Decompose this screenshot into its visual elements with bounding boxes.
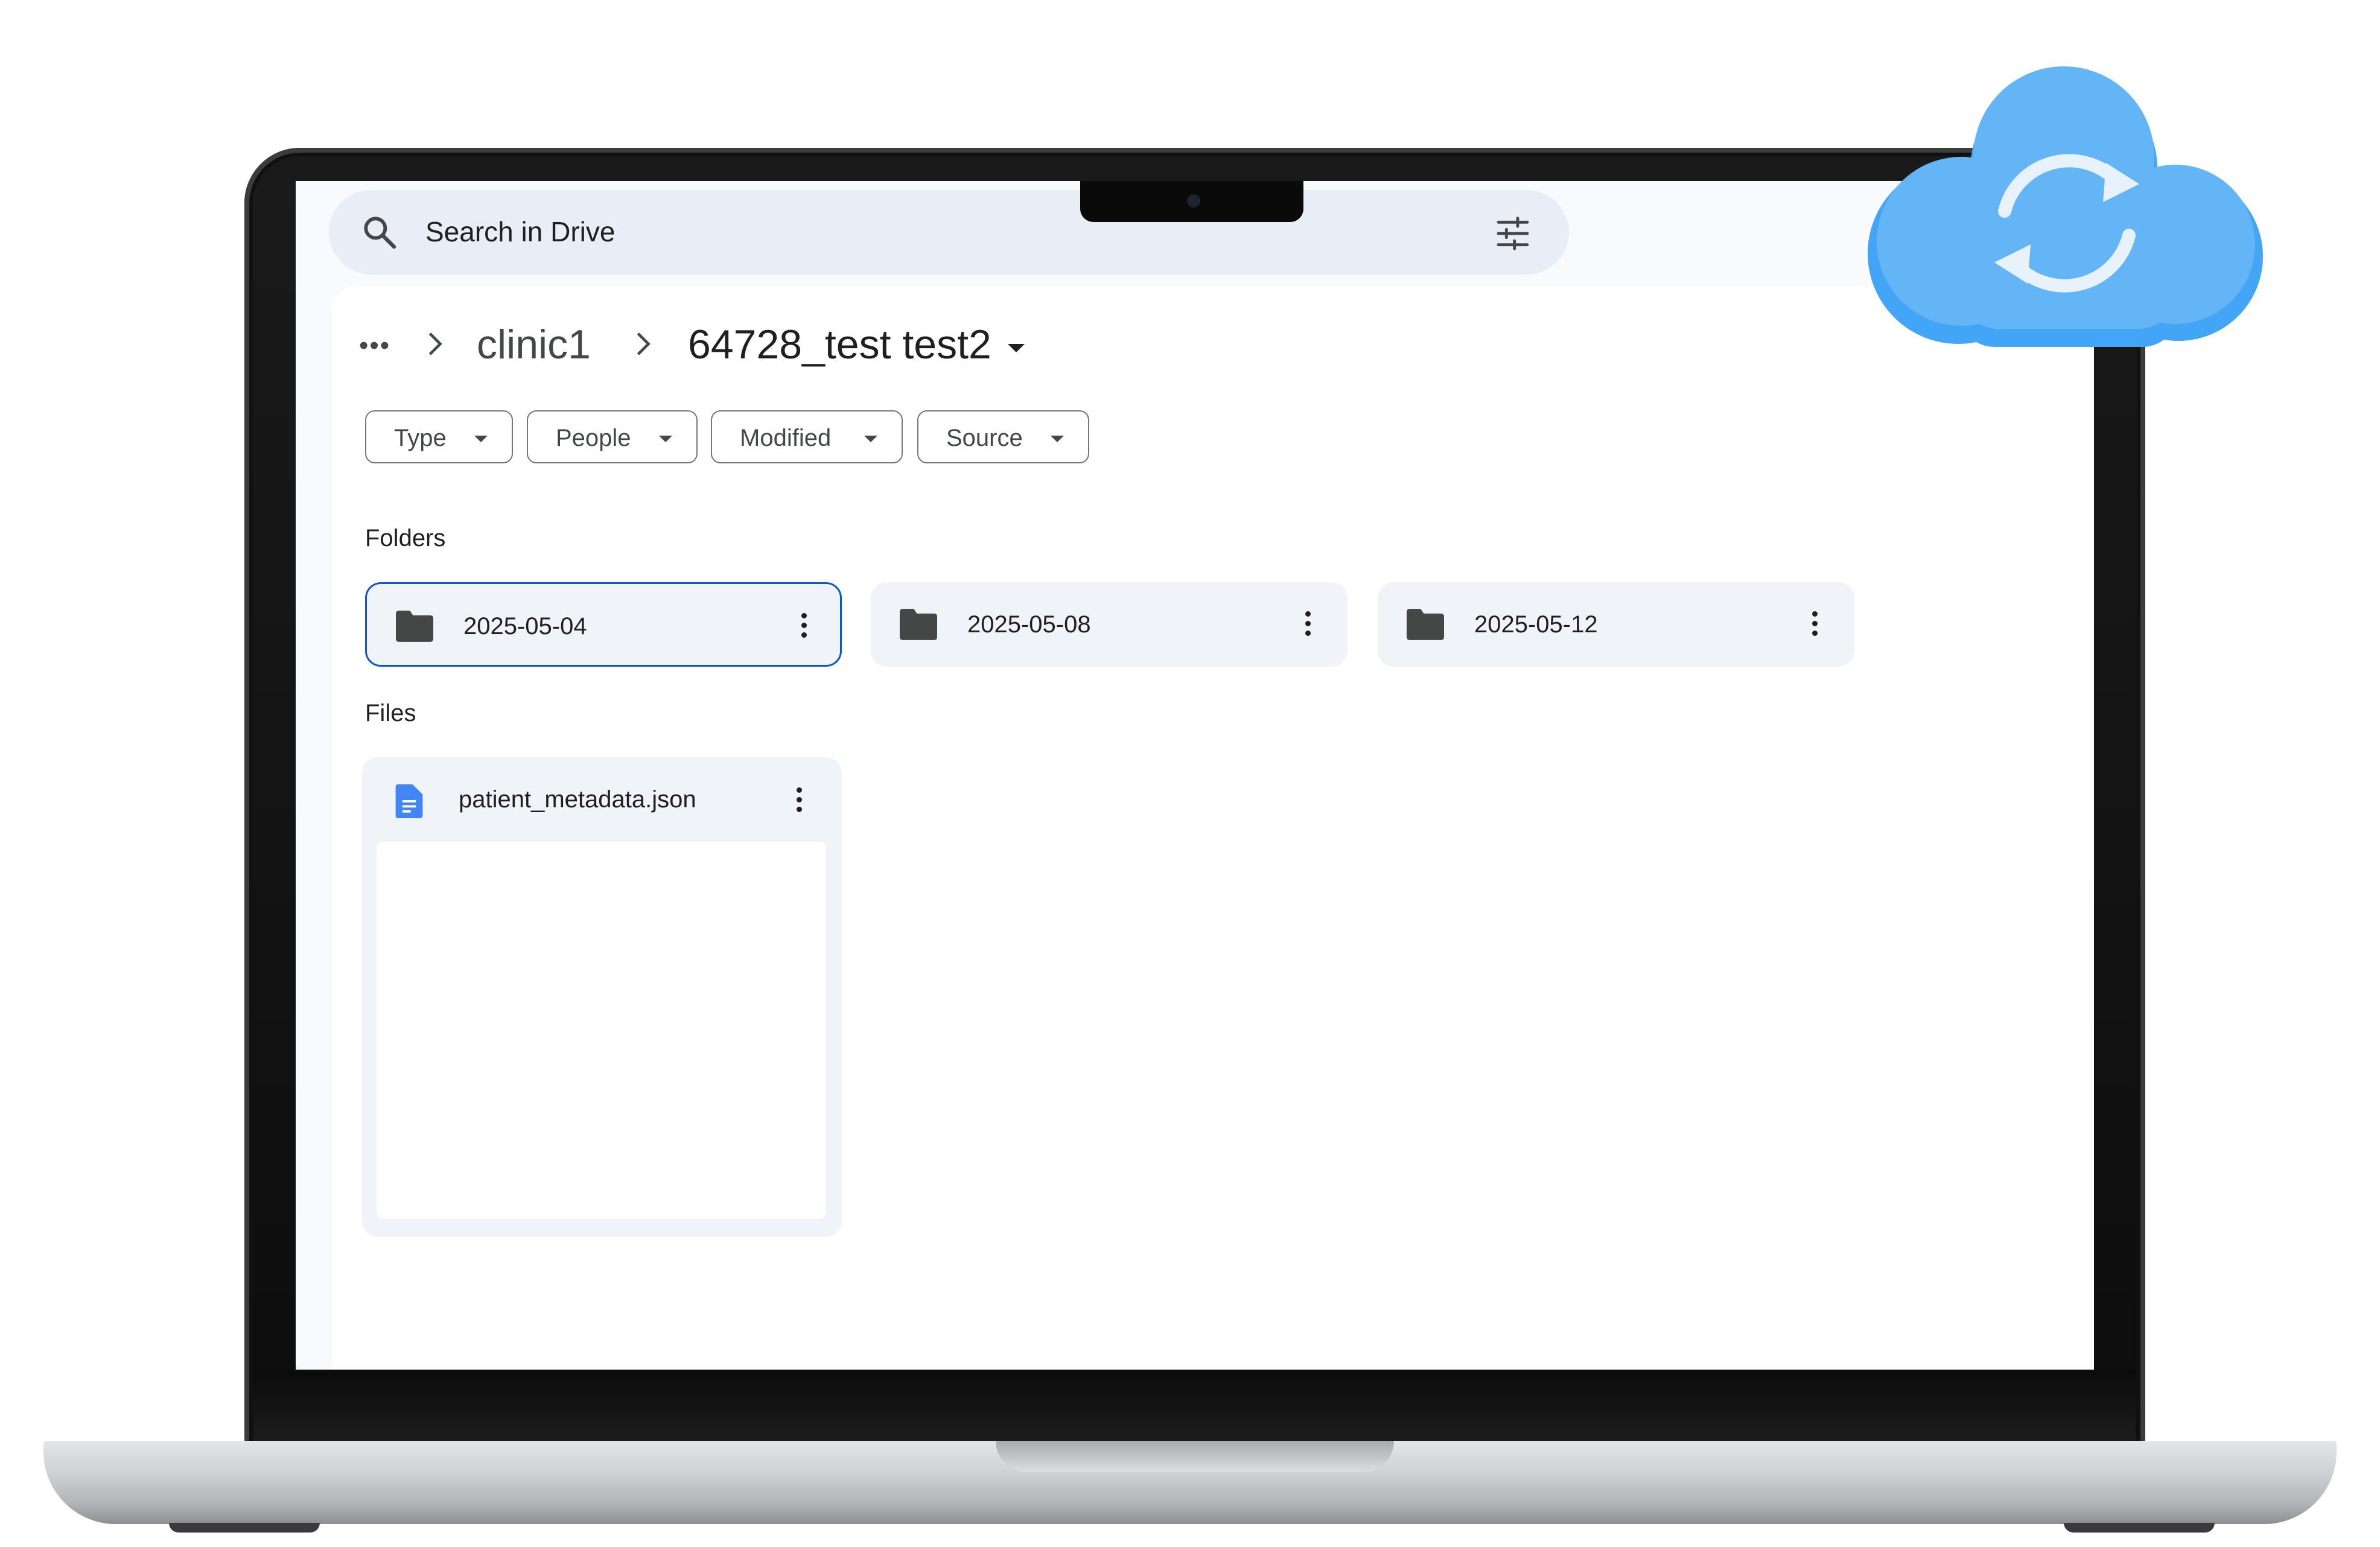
filter-chip-label: Type [394, 425, 447, 451]
chevron-right-icon [428, 332, 442, 355]
folder-card-3[interactable]: 2025-05-12 [1378, 582, 1854, 667]
folder-name: 2025-05-12 [1474, 611, 1598, 638]
caret-down-icon[interactable] [1008, 344, 1025, 352]
filter-chip-label: Source [946, 425, 1023, 451]
filter-chip-label: People [556, 425, 631, 451]
folder-name: 2025-05-04 [463, 613, 587, 640]
search-input[interactable]: Search in Drive [425, 215, 615, 248]
filter-chip-people[interactable]: People [527, 410, 698, 463]
caret-down-icon [1051, 436, 1064, 442]
more-vert-icon[interactable] [801, 613, 807, 642]
laptop-base-notch [996, 1441, 1394, 1472]
file-name: patient_metadata.json [459, 786, 696, 813]
drive-screen: Search in Drive ••• clinic1 64728_test t… [296, 181, 2094, 1370]
filter-chip-type[interactable]: Type [365, 410, 513, 463]
cloud-sync-icon [1868, 66, 2263, 347]
tune-icon[interactable] [1494, 214, 1532, 253]
folders-heading: Folders [365, 525, 446, 551]
caret-down-icon [864, 436, 877, 442]
folder-icon [1407, 609, 1444, 640]
folder-card-1[interactable]: 2025-05-04 [365, 582, 842, 667]
folder-card-2[interactable]: 2025-05-08 [871, 582, 1348, 667]
breadcrumb-current-folder[interactable]: 64728_test test2 [688, 321, 991, 368]
caret-down-icon [474, 436, 488, 442]
camera [1187, 194, 1200, 208]
files-heading: Files [365, 700, 416, 726]
chevron-right-icon [637, 332, 651, 355]
doc-icon [395, 784, 423, 818]
more-vert-icon[interactable] [797, 787, 803, 816]
laptop-foot-right [2064, 1523, 2215, 1533]
file-preview[interactable] [377, 842, 826, 1219]
search-bar[interactable]: Search in Drive [329, 190, 1569, 275]
breadcrumb-more-button[interactable]: ••• [359, 331, 390, 361]
folder-icon [396, 611, 433, 642]
caret-down-icon [659, 436, 672, 442]
breadcrumb-item-clinic1[interactable]: clinic1 [477, 321, 591, 368]
filter-chip-source[interactable]: Source [917, 410, 1089, 463]
more-vert-icon[interactable] [1812, 611, 1818, 640]
filter-chip-label: Modified [740, 425, 832, 451]
laptop-foot-left [169, 1523, 320, 1533]
laptop-hinge [253, 1370, 2136, 1442]
search-icon[interactable] [360, 213, 399, 252]
folder-icon [900, 609, 937, 640]
folder-name: 2025-05-08 [967, 611, 1091, 638]
file-card[interactable]: patient_metadata.json [362, 757, 842, 1237]
more-vert-icon[interactable] [1305, 611, 1311, 640]
filter-chip-modified[interactable]: Modified [711, 410, 903, 463]
